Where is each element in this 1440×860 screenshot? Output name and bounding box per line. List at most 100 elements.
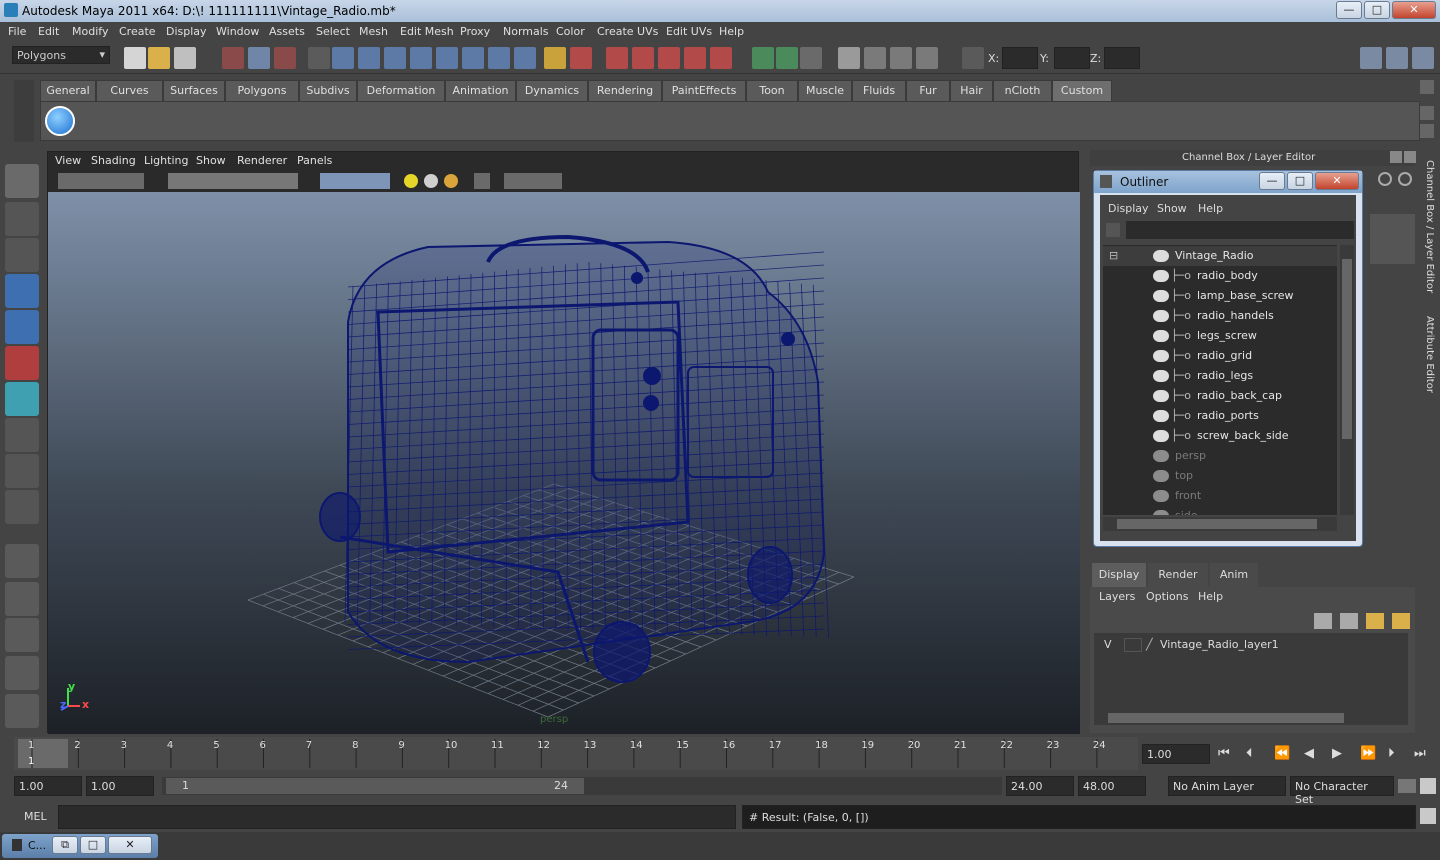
mel-input[interactable]: [58, 805, 736, 829]
tab-dynamics[interactable]: Dynamics: [516, 80, 588, 101]
display-mode-icon[interactable]: [320, 173, 390, 189]
menu-help[interactable]: Help: [719, 25, 744, 38]
menu-create[interactable]: Create: [119, 25, 156, 38]
character-set-selector[interactable]: No Character Set: [1290, 776, 1394, 806]
outliner-hscroll-thumb[interactable]: [1117, 519, 1317, 529]
time-slider[interactable]: 1 2 3 4 5 6 7 8 9 10 11 12 13 14 15 16 17 18 19 20 21 22 23 24 1: [14, 737, 1138, 770]
menu-create-uvs[interactable]: Create UVs: [597, 25, 658, 38]
z-coord-field[interactable]: [1104, 47, 1140, 69]
close-min-button[interactable]: ✕: [108, 836, 152, 854]
channel-options-icon[interactable]: [1378, 172, 1392, 186]
layer-template-toggle[interactable]: [1124, 638, 1142, 652]
float-panel-icon[interactable]: [1390, 151, 1402, 163]
render-view-icon[interactable]: [838, 47, 860, 69]
lasso-tool-icon[interactable]: [5, 202, 39, 236]
play-backwards-icon[interactable]: ◀: [1304, 746, 1314, 761]
outliner-menu-help[interactable]: Help: [1198, 202, 1223, 215]
side-tab-attribute-editor[interactable]: Attribute Editor: [1424, 316, 1435, 393]
last-tool-icon[interactable]: [5, 490, 39, 524]
play-forwards-icon[interactable]: ▶: [1332, 746, 1342, 761]
outliner-item-screw-back-side[interactable]: screw_back_side ├─o: [1103, 426, 1337, 446]
tab-surfaces[interactable]: Surfaces: [163, 80, 225, 101]
move-layer-down-icon[interactable]: [1340, 613, 1358, 629]
tab-polygons[interactable]: Polygons: [225, 80, 299, 101]
select-deformations-icon[interactable]: [436, 47, 458, 69]
tab-hair[interactable]: Hair: [950, 80, 993, 101]
shelf-scroll[interactable]: [1420, 80, 1436, 142]
viewport-menu-lighting[interactable]: Lighting: [144, 154, 188, 167]
outliner-item-radio-back-cap[interactable]: radio_back_cap ├─o: [1103, 386, 1337, 406]
side-tab-channel-box[interactable]: Channel Box / Layer Editor: [1424, 160, 1435, 293]
restore-button[interactable]: ⧉: [52, 836, 78, 854]
close-button[interactable]: ✕: [1392, 1, 1436, 19]
anim-end-field[interactable]: 48.00: [1078, 776, 1146, 796]
menu-edit[interactable]: Edit: [38, 25, 59, 38]
trash-icon[interactable]: [1420, 80, 1434, 94]
ipr-render-icon[interactable]: [890, 47, 912, 69]
soft-mod-tool-icon[interactable]: [5, 418, 39, 452]
select-rendering-icon[interactable]: [488, 47, 510, 69]
tab-muscle[interactable]: Muscle: [798, 80, 852, 101]
select-object-icon[interactable]: [248, 47, 270, 69]
layer-tab-display[interactable]: Display: [1092, 563, 1146, 587]
range-bar[interactable]: 1 24: [162, 777, 1002, 795]
layer-hscroll-thumb[interactable]: [1108, 713, 1344, 723]
select-component-icon[interactable]: [274, 47, 296, 69]
input-ops-icon[interactable]: [752, 47, 774, 69]
select-hierarchy-icon[interactable]: [222, 47, 244, 69]
viewport-menu-shading[interactable]: Shading: [91, 154, 136, 167]
make-live-icon[interactable]: [710, 47, 732, 69]
shadow-icon[interactable]: [424, 174, 438, 188]
layer-menu-layers[interactable]: Layers: [1099, 590, 1135, 603]
viewport-menu-renderer[interactable]: Renderer: [237, 154, 287, 167]
tab-fur[interactable]: Fur: [906, 80, 950, 101]
tab-ncloth[interactable]: nCloth: [993, 80, 1052, 101]
transform-mode-icon[interactable]: [962, 47, 984, 69]
layer-menu-help[interactable]: Help: [1198, 590, 1223, 603]
toggle-channel-box-icon[interactable]: [1412, 47, 1434, 69]
select-handles-icon[interactable]: [332, 47, 354, 69]
anim-start-field[interactable]: 1.00: [14, 776, 82, 796]
outliner-list[interactable]: ⊟ Vintage_Radio radio_body ├─o lamp_base_scr…: [1103, 245, 1337, 515]
new-scene-icon[interactable]: [124, 47, 146, 69]
show-manipulator-icon[interactable]: [5, 454, 39, 488]
four-view-layout-icon[interactable]: [5, 582, 39, 616]
select-dynamics-icon[interactable]: [462, 47, 484, 69]
outliner-item-lamp-base-screw[interactable]: lamp_base_screw ├─o: [1103, 286, 1337, 306]
menu-color[interactable]: Color: [556, 25, 585, 38]
layer-tab-anim[interactable]: Anim: [1210, 563, 1258, 587]
isolate-select-icon[interactable]: [474, 173, 490, 189]
outliner-item-radio-handels[interactable]: radio_handels ├─o: [1103, 306, 1337, 326]
tab-subdivs[interactable]: Subdivs: [299, 80, 357, 101]
menu-assets[interactable]: Assets: [269, 25, 305, 38]
universal-manipulator-icon[interactable]: [5, 382, 39, 416]
persp-outliner-layout-icon[interactable]: [5, 618, 39, 652]
new-layer-icon[interactable]: [1366, 613, 1384, 629]
menu-set-selector[interactable]: Polygons ▾: [12, 46, 110, 64]
step-back-frame-icon[interactable]: ⏴: [1246, 746, 1253, 761]
range-bar-handle[interactable]: 1 24: [166, 778, 584, 794]
go-to-end-icon[interactable]: ⏭: [1414, 746, 1426, 761]
camera-tools-icon[interactable]: [58, 173, 144, 189]
select-tool-icon[interactable]: [5, 164, 39, 198]
menu-edit-uvs[interactable]: Edit UVs: [666, 25, 712, 38]
highlight-selection-icon[interactable]: [570, 47, 592, 69]
custom-check-icon[interactable]: [45, 106, 75, 136]
render-settings-icon[interactable]: [916, 47, 938, 69]
step-back-key-icon[interactable]: ⏪: [1274, 746, 1290, 761]
close-panel-icon[interactable]: [1404, 151, 1416, 163]
script-editor-icon[interactable]: [1420, 808, 1436, 824]
tab-fluids[interactable]: Fluids: [852, 80, 906, 101]
layer-tab-render[interactable]: Render: [1148, 563, 1208, 587]
layer-color-slash-icon[interactable]: ╱: [1146, 638, 1153, 651]
key-icon[interactable]: [1398, 779, 1416, 793]
anim-prefs-icon[interactable]: [1420, 778, 1436, 794]
outliner-item-vintage-radio[interactable]: ⊟ Vintage_Radio: [1103, 246, 1337, 266]
layer-menu-options[interactable]: Options: [1146, 590, 1188, 603]
time-slider-bg[interactable]: [14, 737, 1138, 770]
select-curves-icon[interactable]: [384, 47, 406, 69]
hypershade-layout-icon[interactable]: [5, 694, 39, 728]
paint-select-tool-icon[interactable]: [5, 238, 39, 272]
select-surfaces-icon[interactable]: [410, 47, 432, 69]
scroll-up-icon[interactable]: [1420, 106, 1434, 120]
